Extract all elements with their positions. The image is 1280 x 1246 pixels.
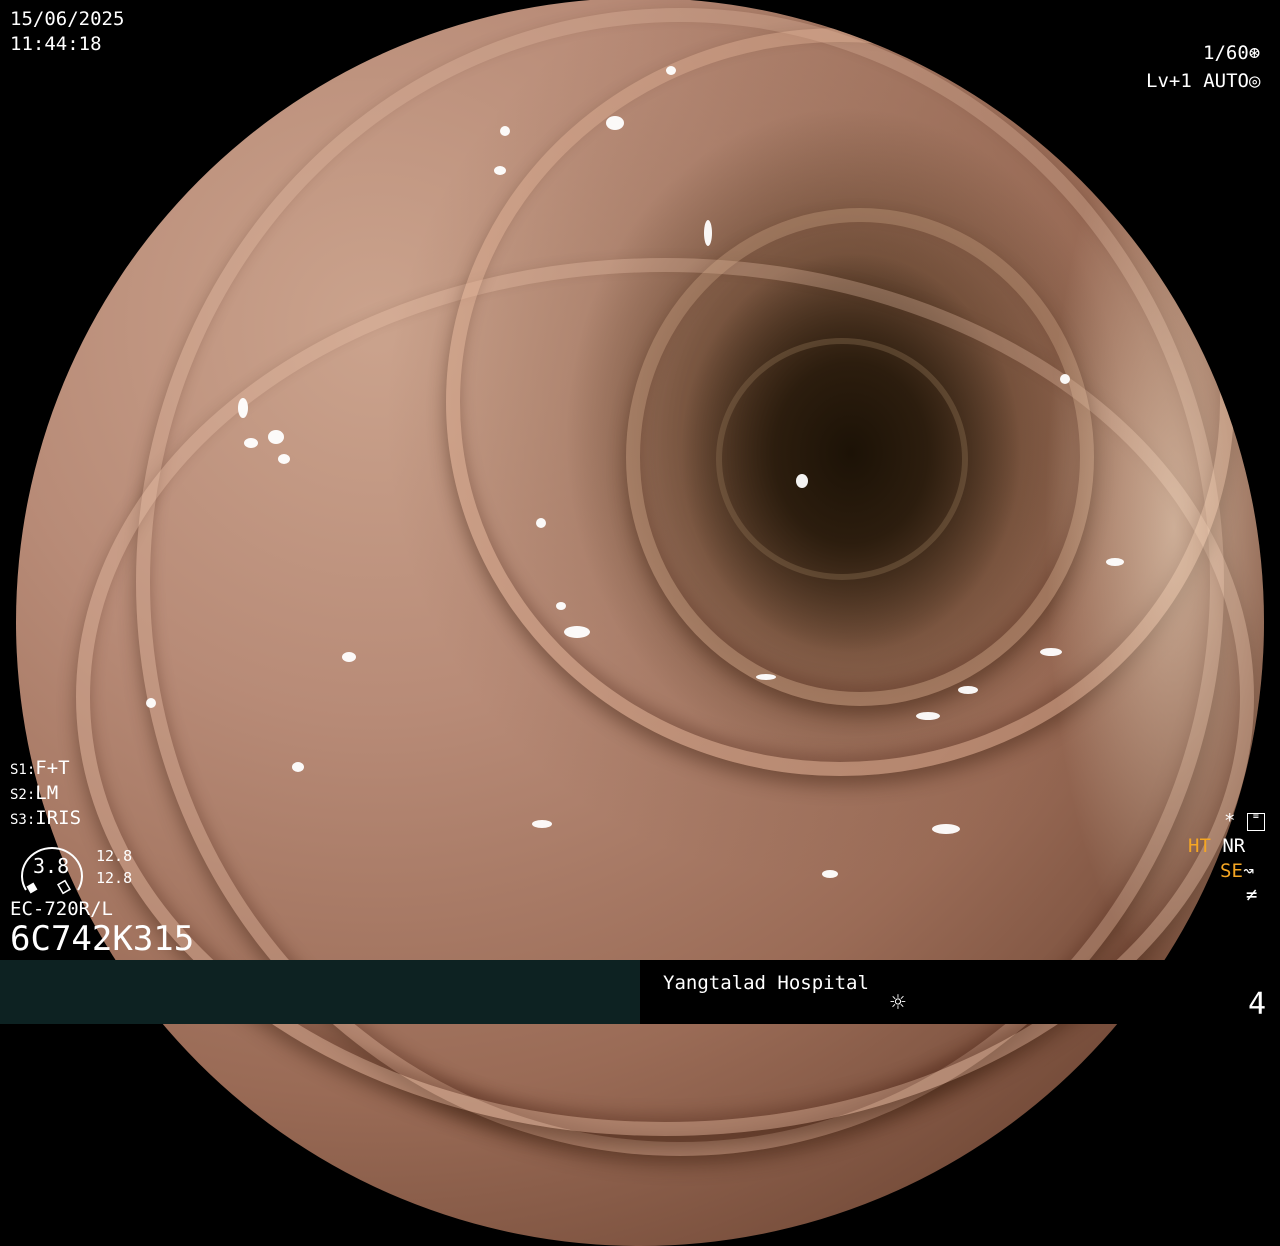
- setting-s2: S2:LM: [10, 782, 59, 804]
- highlight: [500, 126, 510, 136]
- highlight: [556, 602, 566, 610]
- highlight: [1040, 648, 1062, 656]
- setting-key: S3: [10, 812, 27, 828]
- time-text: 11:44:18: [10, 33, 102, 55]
- highlight: [268, 430, 284, 444]
- zoom-bottom-value: 12.8: [96, 869, 133, 887]
- date-text: 15/06/2025: [10, 8, 125, 30]
- highlight: [932, 824, 960, 834]
- endoscope-image: [16, 0, 1264, 1246]
- level-mode: Lv+1 AUTO◎: [1146, 72, 1260, 91]
- hospital-name: Yangtalad Hospital: [663, 972, 869, 994]
- scope-serial: 6C742K315: [10, 919, 195, 959]
- highlight: [796, 474, 808, 488]
- highlight: [976, 24, 1000, 34]
- shutter-value: 1/60: [1203, 42, 1249, 64]
- sun-icon: ☼: [890, 988, 906, 1018]
- highlight: [704, 220, 712, 246]
- setting-value: F+T: [35, 757, 70, 779]
- not-equal-indicator: ≠: [1246, 884, 1258, 906]
- shutter-icon: ⊛: [1248, 42, 1261, 64]
- se-indicator: SE: [1220, 860, 1243, 882]
- scope-model: EC-720R/L: [10, 898, 113, 920]
- ht-indicator: HT: [1188, 835, 1211, 857]
- highlight: [244, 438, 258, 448]
- shutter-speed: 1/60⊛: [1203, 44, 1260, 63]
- highlight: [822, 870, 838, 878]
- highlight: [564, 626, 590, 638]
- iris-icon: ◎: [1248, 70, 1261, 92]
- zoom-value: 3.8: [33, 854, 70, 878]
- setting-s3: S3:IRIS: [10, 807, 82, 829]
- highlight: [916, 712, 940, 720]
- highlight: [278, 454, 290, 464]
- se-row: SE↝: [1220, 862, 1254, 881]
- setting-s1: S1:F+T: [10, 757, 70, 779]
- highlight: [756, 674, 776, 680]
- zoom-top-value: 12.8: [96, 847, 133, 865]
- star-indicator: *: [1224, 810, 1236, 832]
- ht-nr-row: HT NR: [1188, 837, 1245, 856]
- highlight: [146, 698, 156, 708]
- se-curve-icon: ↝: [1242, 860, 1255, 882]
- setting-value: LM: [35, 782, 59, 804]
- highlight: [1060, 374, 1070, 384]
- highlight: [1106, 558, 1124, 566]
- setting-key: S2: [10, 787, 27, 803]
- mode-value: AUTO: [1203, 70, 1249, 92]
- highlight: [666, 66, 676, 75]
- highlight: [342, 652, 356, 662]
- highlight: [532, 820, 552, 828]
- highlight: [1050, 74, 1058, 82]
- highlight: [494, 166, 506, 175]
- enhance-menu: * ≡: [1224, 810, 1265, 832]
- nr-indicator: NR: [1222, 835, 1246, 857]
- highlight: [958, 686, 978, 694]
- highlight: [606, 116, 624, 130]
- highlight: [536, 518, 546, 528]
- setting-value: IRIS: [35, 807, 82, 829]
- settings-menu-icon: ≡: [1246, 811, 1265, 831]
- highlight: [238, 398, 248, 418]
- setting-key: S1: [10, 762, 27, 778]
- highlight: [1076, 108, 1092, 126]
- fold-deep: [716, 338, 968, 580]
- level-value: Lv+1: [1146, 70, 1192, 92]
- highlight: [292, 762, 304, 772]
- page-number: 4: [1248, 987, 1267, 1022]
